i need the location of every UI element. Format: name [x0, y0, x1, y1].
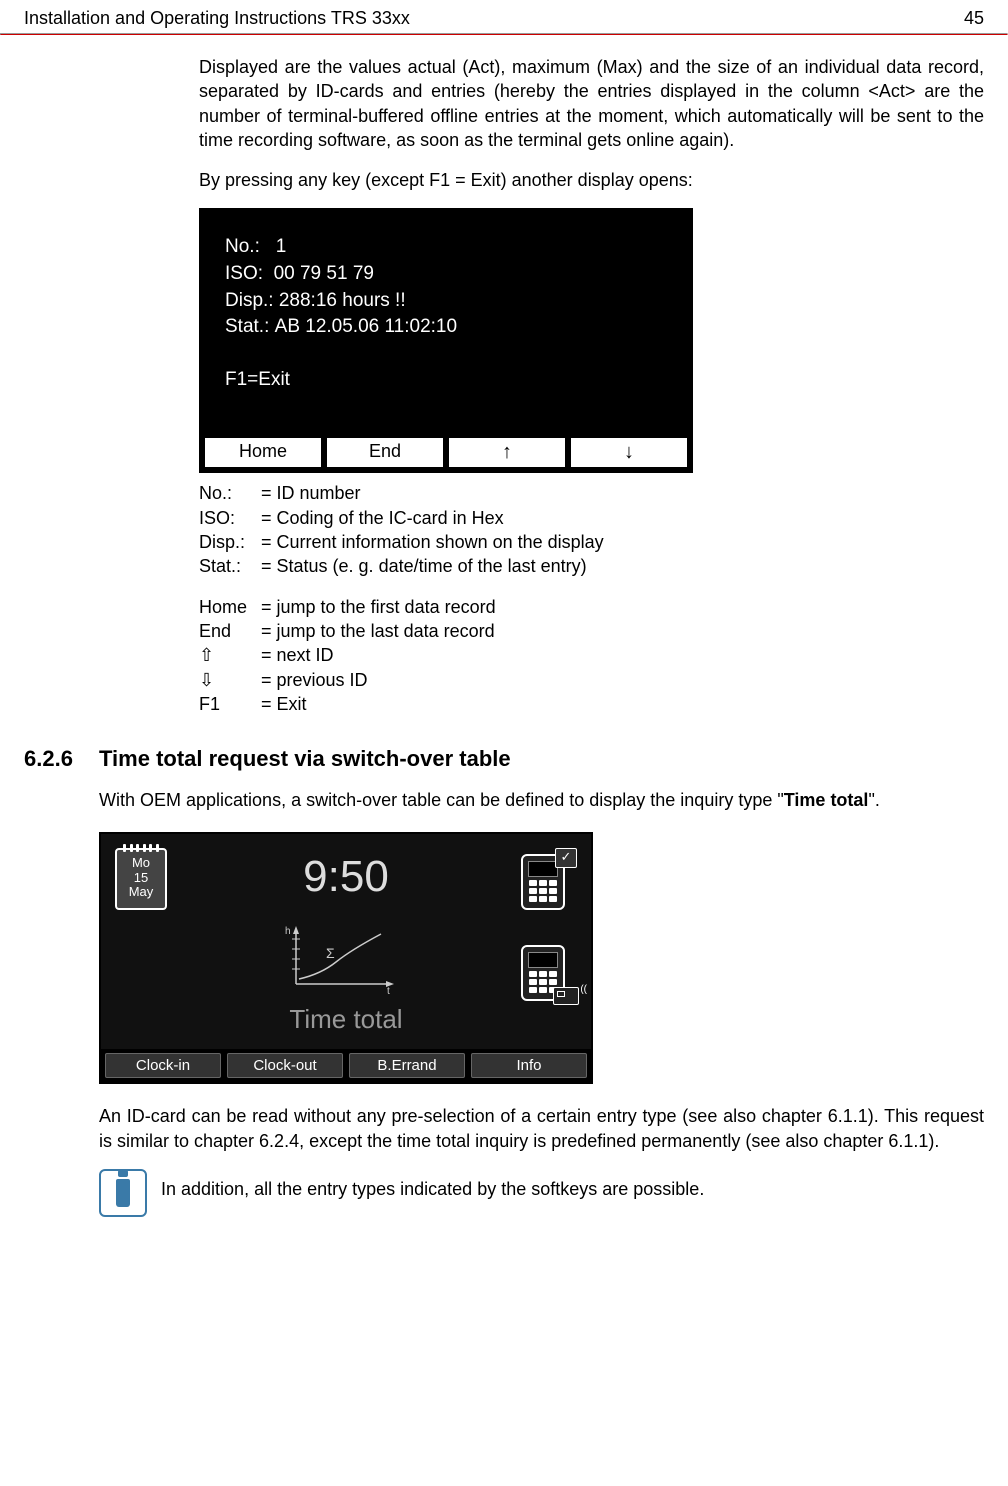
section-heading: 6.2.6 Time total request via switch-over… [24, 746, 984, 772]
section-title: Time total request via switch-over table [99, 746, 511, 772]
sigma-label: Σ [326, 945, 335, 961]
arrow-down-icon: ↓ [624, 441, 634, 463]
card-icon [553, 987, 579, 1005]
row-stat: Stat.: AB 12.05.06 11:02:10 [225, 314, 667, 341]
axis-h-label: h [285, 926, 291, 937]
softkey-end[interactable]: End [327, 438, 443, 467]
terminal-screenshot-1: No.: 1 ISO: 00 79 51 79 Disp.: 288:16 ho… [199, 208, 693, 473]
section-number: 6.2.6 [24, 746, 99, 772]
header-title: Installation and Operating Instructions … [24, 8, 410, 29]
arrow-up-icon: ↑ [502, 441, 512, 463]
softkey-clock-in[interactable]: Clock-in [105, 1053, 221, 1078]
clock-time: 9:50 [101, 852, 591, 902]
softkey-clock-out[interactable]: Clock-out [227, 1053, 343, 1078]
row-iso: ISO: 00 79 51 79 [225, 261, 667, 288]
softkey-down[interactable]: ↓ [571, 438, 687, 467]
paragraph-oem: With OEM applications, a switch-over tab… [99, 788, 984, 812]
softkey-bar-2: Clock-in Clock-out B.Errand Info [101, 1049, 591, 1082]
mode-label: Time total [101, 1004, 591, 1035]
paragraph-idcard: An ID-card can be read without any pre-s… [99, 1104, 984, 1153]
wave-icon: (( [580, 984, 587, 995]
graph-icon: h Σ t [281, 924, 401, 994]
info-icon [99, 1169, 147, 1217]
softkey-home[interactable]: Home [205, 438, 321, 467]
axis-t-label: t [387, 986, 390, 994]
paragraph-press-key: By pressing any key (except F1 = Exit) a… [199, 168, 984, 192]
row-exit: F1=Exit [225, 367, 667, 394]
row-no: No.: 1 [225, 234, 667, 261]
page-header: Installation and Operating Instructions … [0, 0, 1008, 33]
terminal-screenshot-2: Mo 15 May ✓ (( 9:50 [99, 832, 593, 1084]
softkey-bar-1: Home End ↑ ↓ [201, 434, 691, 471]
row-disp: Disp.: 288:16 hours !! [225, 288, 667, 315]
softkey-info[interactable]: Info [471, 1053, 587, 1078]
definitions-block-2: Home= jump to the first data record End=… [199, 595, 984, 716]
definitions-block-1: No.:= ID number ISO:= Coding of the IC-c… [199, 481, 984, 578]
softkey-up[interactable]: ↑ [449, 438, 565, 467]
info-note: In addition, all the entry types indicat… [99, 1169, 984, 1217]
card-reader-rfid-icon: (( [521, 945, 565, 1001]
softkey-berrand[interactable]: B.Errand [349, 1053, 465, 1078]
info-text: In addition, all the entry types indicat… [161, 1169, 704, 1200]
page-number: 45 [964, 8, 984, 29]
paragraph-intro: Displayed are the values actual (Act), m… [199, 55, 984, 152]
